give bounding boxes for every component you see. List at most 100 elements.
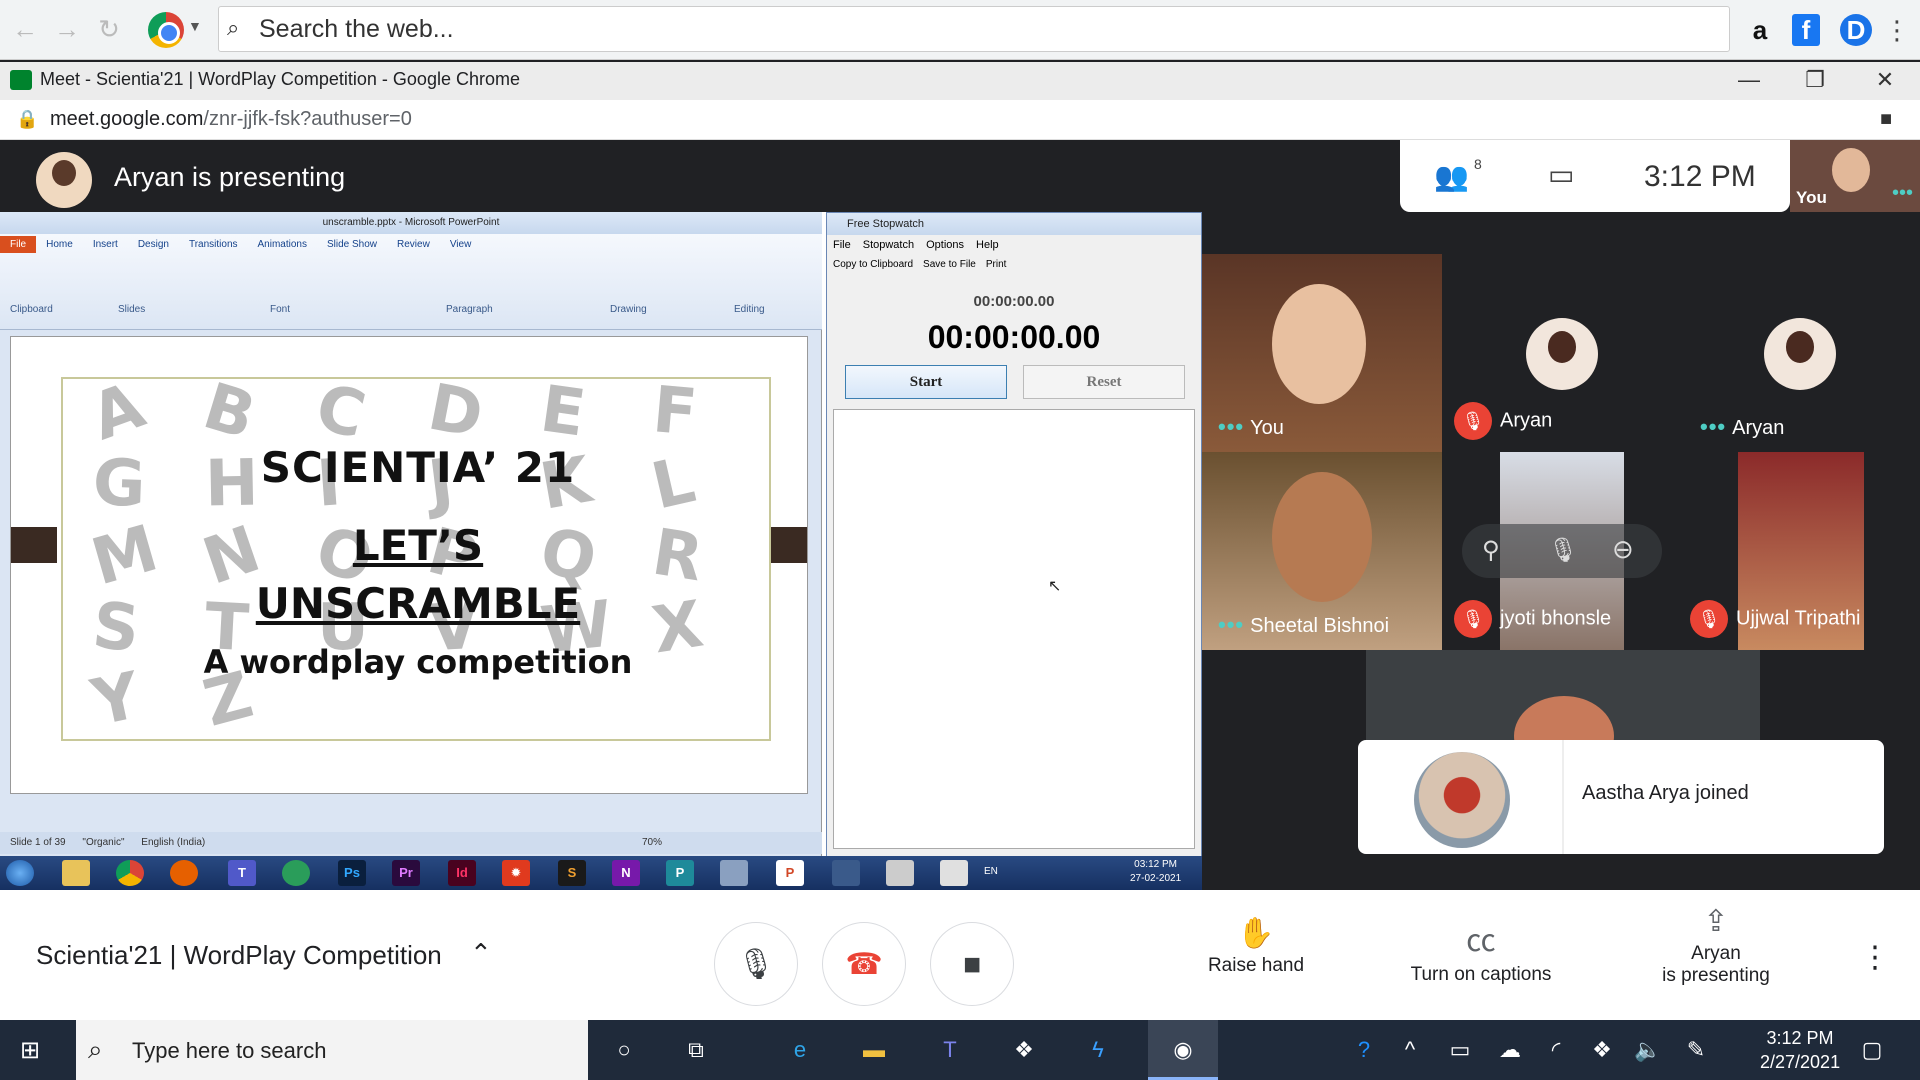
dropbox-icon[interactable]: ❖ [1004, 1032, 1044, 1068]
app-swirl-icon[interactable] [832, 860, 860, 886]
tab-view[interactable]: View [440, 236, 482, 253]
self-preview-tile[interactable]: You ••• [1790, 140, 1920, 212]
mic-button[interactable]: 🎙 [714, 922, 798, 1006]
copy-clipboard-button[interactable]: Copy to Clipboard [833, 259, 913, 270]
chat-icon[interactable]: ▭ [1548, 158, 1574, 191]
language: English (India) [141, 837, 206, 848]
mute-icon[interactable]: 🎙 [1548, 536, 1578, 565]
more-options-icon[interactable]: ⋮ [1860, 940, 1890, 975]
chrome-icon[interactable] [116, 860, 144, 886]
win10-clock[interactable]: 3:12 PM 2/27/2021 [1760, 1026, 1840, 1074]
participant-tile[interactable]: 🎙 Aryan [1442, 254, 1682, 452]
teams-icon[interactable]: T [228, 860, 256, 886]
forward-icon[interactable]: → [52, 14, 82, 44]
mic-off-icon: 🎙 [1454, 600, 1492, 638]
menu-help[interactable]: Help [976, 239, 999, 251]
cortana-icon[interactable]: ○ [604, 1032, 644, 1068]
app-gear-icon[interactable]: ✹ [502, 860, 530, 886]
notifications-icon[interactable]: ▢ [1852, 1032, 1892, 1068]
chevron-up-icon[interactable]: ⌃ [470, 938, 492, 969]
tab-design[interactable]: Design [128, 236, 179, 253]
present-button[interactable]: ⇪ Aryan is presenting [1636, 904, 1796, 987]
wifi-icon[interactable]: ◜ [1536, 1032, 1576, 1068]
participant-tile[interactable]: ••• You [1202, 254, 1442, 452]
tab-home[interactable]: Home [36, 236, 83, 253]
reset-button[interactable]: Reset [1023, 365, 1185, 399]
battery-icon[interactable]: ▭ [1440, 1032, 1480, 1068]
tab-slideshow[interactable]: Slide Show [317, 236, 387, 253]
participant-tile[interactable]: ⚲ 🎙 ⊖ 🎙 jyoti bhonsle [1442, 452, 1682, 650]
chrome-icon[interactable] [148, 12, 184, 48]
tab-animations[interactable]: Animations [248, 236, 317, 253]
participant-tile-partial[interactable] [1366, 650, 1760, 740]
teams-icon[interactable]: T [930, 1032, 970, 1068]
pen-icon[interactable]: ✎ [1676, 1032, 1716, 1068]
more-dots-icon[interactable]: ••• [1892, 182, 1913, 205]
explorer-icon[interactable] [62, 860, 90, 886]
chrome-taskbar-icon[interactable]: ◉ [1148, 1020, 1218, 1080]
menu-icon[interactable]: ⋮ [1884, 14, 1910, 46]
atom-icon[interactable] [282, 860, 310, 886]
help-icon[interactable]: ? [1344, 1032, 1384, 1068]
participant-tile[interactable]: ••• Aryan [1682, 254, 1920, 452]
participant-tile[interactable]: 🎙 Ujjwal Tripathi [1682, 452, 1920, 650]
edge-icon[interactable]: e [780, 1032, 820, 1068]
win7-clock: 03:12 PM 27-02-2021 [1130, 858, 1181, 886]
restore-icon[interactable]: ❐ [1786, 64, 1844, 96]
print-button[interactable]: Print [986, 259, 1007, 270]
firefox-icon[interactable] [170, 860, 198, 886]
raise-hand-button[interactable]: ✋ Raise hand [1196, 916, 1316, 977]
menu-stopwatch[interactable]: Stopwatch [863, 239, 914, 251]
win7-taskbar: T Ps Pr Id ✹ S N P P EN 03:12 PM 27-02-20… [0, 856, 1202, 890]
participant-tile[interactable]: ••• Sheetal Bishnoi [1202, 452, 1442, 650]
menu-options[interactable]: Options [926, 239, 964, 251]
notepad-icon[interactable] [940, 860, 968, 886]
camera-button[interactable]: ■ [930, 922, 1014, 1006]
tab-review[interactable]: Review [387, 236, 440, 253]
volume-icon[interactable]: 🔈 [1628, 1032, 1668, 1068]
address-bar[interactable]: 🔒 meet.google.com/znr-jjfk-fsk?authuser=… [0, 100, 1920, 140]
close-icon[interactable]: ✕ [1856, 64, 1914, 96]
facebook-icon[interactable]: f [1792, 14, 1820, 46]
save-file-button[interactable]: Save to File [923, 259, 976, 270]
start-button[interactable]: Start [845, 365, 1007, 399]
minimize-icon[interactable]: — [1720, 64, 1778, 96]
photoshop-icon[interactable]: Ps [338, 860, 366, 886]
dropbox-tray-icon[interactable]: ❖ [1582, 1032, 1622, 1068]
pin-icon[interactable]: ⚲ [1482, 536, 1500, 565]
premiere-icon[interactable]: Pr [392, 860, 420, 886]
menu-file[interactable]: File [833, 239, 851, 251]
windows-start-icon[interactable]: ⊞ [20, 1036, 48, 1064]
tab-file[interactable]: File [0, 236, 37, 253]
camera-icon[interactable]: ■ [1880, 108, 1892, 131]
leave-call-button[interactable]: ☎ [822, 922, 906, 1006]
win7-start-icon[interactable] [6, 860, 34, 886]
app-bolt-icon[interactable]: ϟ [1078, 1032, 1118, 1068]
onenote-icon[interactable]: N [612, 860, 640, 886]
taskbar-search[interactable]: ⌕ Type here to search [76, 1020, 588, 1080]
task-view-icon[interactable]: ⧉ [676, 1032, 716, 1068]
meeting-name[interactable]: Scientia'21 | WordPlay Competition [36, 940, 442, 971]
remove-icon[interactable]: ⊖ [1612, 534, 1634, 565]
stopwatch-taskbar-icon[interactable] [886, 860, 914, 886]
powerpoint-icon[interactable]: P [776, 860, 804, 886]
sublime-icon[interactable]: S [558, 860, 586, 886]
chevron-up-icon[interactable]: ^ [1390, 1032, 1430, 1068]
slide-canvas[interactable]: ABCDEFGHIJKLMNOPQRSTUVWXYZ SCIENTIA’ 21 … [10, 336, 808, 794]
file-explorer-icon[interactable]: ▬ [854, 1032, 894, 1068]
reload-icon[interactable]: ↻ [94, 14, 124, 44]
chevron-down-icon[interactable]: ▼ [188, 18, 202, 34]
captions-button[interactable]: ㏄ Turn on captions [1396, 916, 1566, 986]
people-icon[interactable]: 👥 [1434, 160, 1469, 193]
tab-transitions[interactable]: Transitions [179, 236, 248, 253]
search-input[interactable]: ⌕ Search the web... [218, 6, 1730, 52]
back-icon[interactable]: ← [10, 14, 40, 44]
language-indicator[interactable]: EN [984, 866, 998, 877]
profile-icon[interactable]: D [1840, 14, 1872, 46]
amazon-icon[interactable]: a [1746, 14, 1774, 46]
onedrive-icon[interactable]: ☁ [1490, 1032, 1530, 1068]
network-app-icon[interactable] [720, 860, 748, 886]
publisher-icon[interactable]: P [666, 860, 694, 886]
tab-insert[interactable]: Insert [83, 236, 128, 253]
indesign-icon[interactable]: Id [448, 860, 476, 886]
